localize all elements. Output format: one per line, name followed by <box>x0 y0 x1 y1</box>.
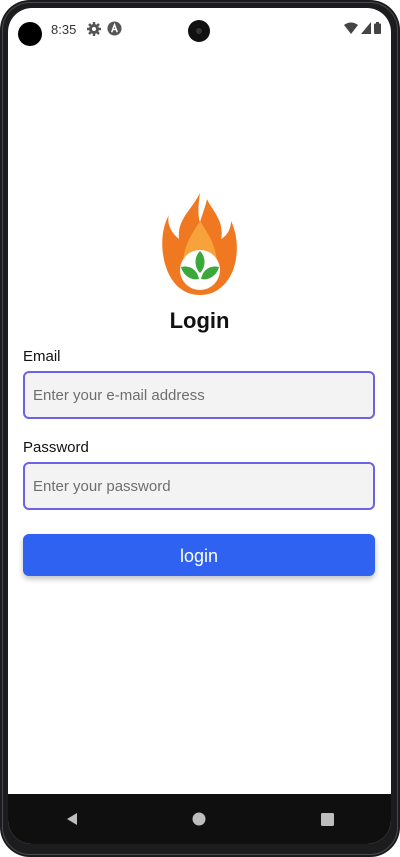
screen: 8:35 Login Email Enter your e-mail addre… <box>8 8 391 844</box>
email-field-container <box>23 371 375 419</box>
camera-cutout <box>188 20 210 42</box>
password-field-container <box>23 462 375 510</box>
home-icon <box>192 812 206 826</box>
signal-icon <box>361 22 371 34</box>
flame-leaf-logo <box>162 193 237 295</box>
notification-dot-icon <box>18 22 42 46</box>
back-icon <box>66 813 77 825</box>
email-field[interactable] <box>25 373 373 417</box>
navigation-bar <box>8 794 391 844</box>
status-icons <box>344 22 381 34</box>
recents-icon <box>320 812 334 826</box>
login-button[interactable]: login <box>23 534 375 576</box>
password-field[interactable] <box>25 464 373 508</box>
home-button[interactable] <box>179 799 219 839</box>
wifi-icon <box>344 22 358 34</box>
a-icon <box>107 21 122 36</box>
page-title: Login <box>169 308 230 333</box>
status-bar: 8:35 <box>8 8 391 50</box>
back-button[interactable] <box>52 799 92 839</box>
status-time: 8:35 <box>51 22 77 37</box>
battery-icon <box>374 22 381 34</box>
recents-button[interactable] <box>307 799 347 839</box>
password-label: Password <box>23 439 89 456</box>
email-label: Email <box>23 348 61 365</box>
device-frame: 8:35 Login Email Enter your e-mail addre… <box>0 0 400 857</box>
gear-icon <box>87 22 101 36</box>
